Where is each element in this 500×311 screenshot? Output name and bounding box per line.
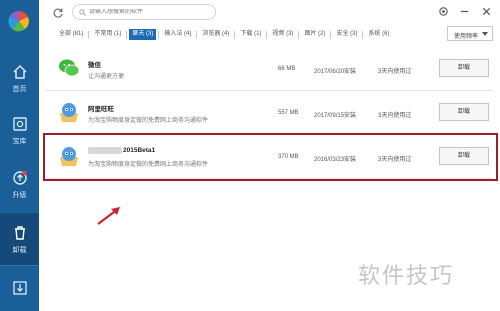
search-box[interactable] <box>72 4 216 20</box>
sidebar-item-label: 升级 <box>12 191 27 199</box>
tab-all[interactable]: 全部 (81) <box>56 29 86 40</box>
sidebar-divider <box>0 265 39 266</box>
uninstall-button[interactable]: 卸载 <box>439 103 489 121</box>
uninstall-button[interactable]: 卸载 <box>439 59 489 77</box>
sidebar-item-label: 卸载 <box>12 246 27 254</box>
app-row[interactable]: 微信 让沟通更方便 66 MB 2017/06/20安装 3天内使用过 卸载 <box>46 47 493 91</box>
tab-divider <box>298 30 300 39</box>
app-row[interactable]: 阿里旺旺 为淘宝购物度身定做的免费网上商务沟通软件 557 MB 2017/09… <box>46 91 493 135</box>
chevron-down-icon <box>482 32 488 36</box>
tab-chat[interactable]: 聊天 (3) <box>129 29 157 40</box>
app-last-used: 3天内使用过 <box>378 113 412 119</box>
app-description: 让沟通更方便 <box>88 74 125 80</box>
app-size: 557 MB <box>278 110 299 116</box>
sidebar-item-treasure[interactable]: 宝库 <box>0 104 39 156</box>
sidebar-item-home[interactable]: 首页 <box>0 52 39 104</box>
tab-divider <box>196 30 198 39</box>
tab-divider <box>266 30 268 39</box>
sidebar-item-uninstall[interactable]: 卸载 <box>0 213 39 265</box>
sidebar-item-label: 宝库 <box>12 137 27 145</box>
sidebar-item-label: 首页 <box>12 85 27 93</box>
settings-icon[interactable] <box>437 5 449 17</box>
sidebar-item-upgrade[interactable]: 升级 <box>0 158 39 210</box>
aliwangwang-icon <box>60 103 78 122</box>
app-install-date: 2017/06/20安装 <box>314 69 357 75</box>
sort-dropdown[interactable]: 使用频率 <box>447 26 493 41</box>
search-icon <box>79 9 86 16</box>
app-description: 为淘宝购物度身定做的免费网上商务沟通软件 <box>88 118 209 124</box>
close-icon[interactable] <box>480 5 492 17</box>
tab-security[interactable]: 安全 (3) <box>333 29 360 40</box>
app-name: 微信 <box>88 62 101 69</box>
app-size: 66 MB <box>278 66 296 72</box>
tab-video[interactable]: 视频 (3) <box>269 29 296 40</box>
minimize-icon[interactable] <box>458 5 470 17</box>
refresh-icon[interactable] <box>52 7 64 19</box>
sidebar-item-download[interactable] <box>0 268 39 308</box>
tab-image[interactable]: 图片 (2) <box>301 29 328 40</box>
sort-label: 使用频率 <box>454 34 479 40</box>
watermark: 软件技巧 <box>350 238 500 311</box>
app-name: 阿里旺旺 <box>88 106 114 113</box>
tab-divider <box>330 30 332 39</box>
tab-rarely-used[interactable]: 不常用 (1) <box>91 29 124 40</box>
tab-system[interactable]: 系统 (6) <box>365 29 392 40</box>
home-icon <box>12 64 27 79</box>
tab-divider <box>234 30 236 39</box>
sidebar: 首页 宝库 升级 卸载 <box>0 0 39 311</box>
app-last-used: 3天内使用过 <box>378 69 412 75</box>
red-arrow-icon <box>97 207 120 225</box>
tab-divider <box>158 30 160 39</box>
tab-browser[interactable]: 浏览器 (4) <box>199 29 232 40</box>
tab-divider <box>88 30 90 39</box>
tab-input-method[interactable]: 输入法 (4) <box>161 29 194 40</box>
tab-divider <box>362 30 364 39</box>
wechat-icon <box>59 59 80 77</box>
upgrade-icon <box>12 170 27 185</box>
tab-divider <box>126 30 128 39</box>
app-install-date: 2017/09/15安装 <box>314 113 357 119</box>
download-icon <box>12 281 27 295</box>
tab-download[interactable]: 下载 (1) <box>237 29 264 40</box>
pinwheel-logo-icon <box>8 10 29 32</box>
search-input[interactable] <box>89 9 209 15</box>
highlight-box <box>43 133 498 181</box>
treasure-box-icon <box>12 116 27 131</box>
watermark-text: 软件技巧 <box>358 263 455 288</box>
category-tabs: 全部 (81) 不常用 (1) 聊天 (3) 输入法 (4) 浏览器 (4) 下… <box>56 29 392 40</box>
trash-icon <box>14 225 25 240</box>
